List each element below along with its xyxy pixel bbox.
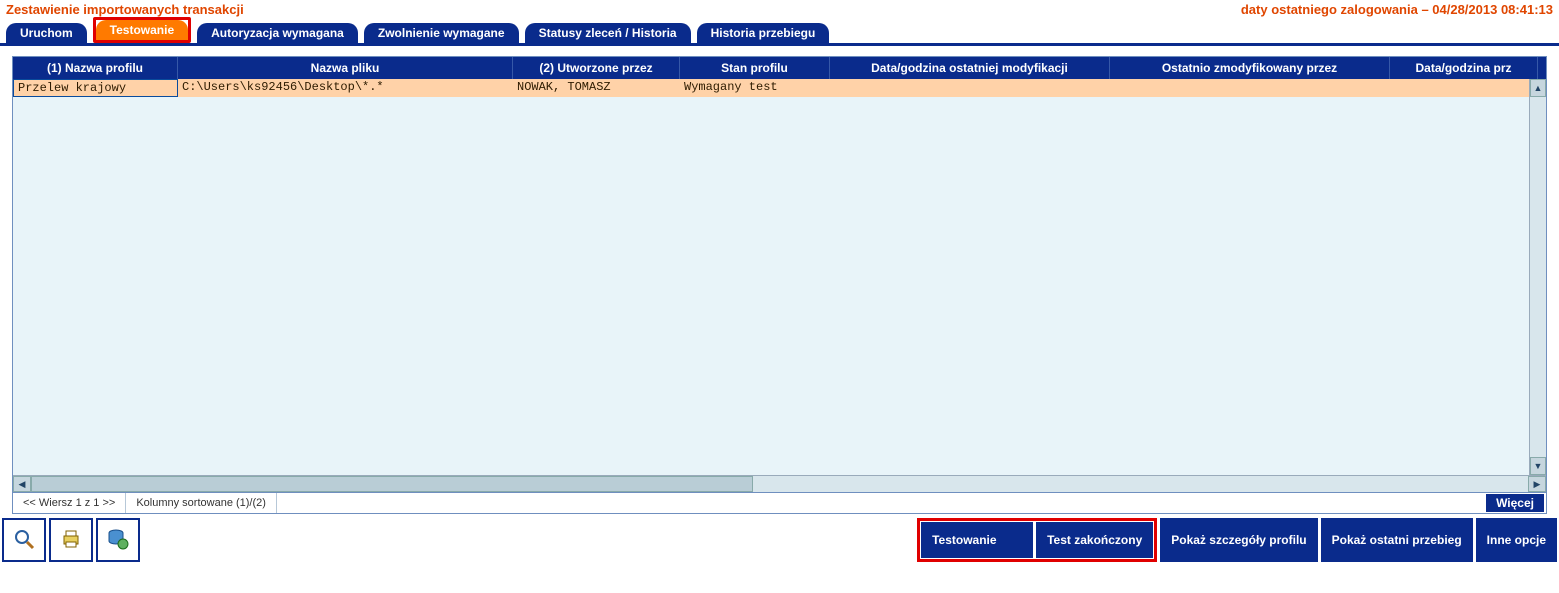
tab-strip: Uruchom Testowanie Autoryzacja wymagana … [0,19,1559,46]
vertical-scrollbar[interactable]: ▲ ▼ [1529,79,1546,475]
col-zmod-przez[interactable]: Ostatnio zmodyfikowany przez [1110,57,1390,79]
last-login-info: daty ostatniego zalogowania – 04/28/2013… [1241,2,1553,17]
status-bar: << Wiersz 1 z 1 >> Kolumny sortowane (1)… [12,493,1547,514]
tab-statusy[interactable]: Statusy zleceń / Historia [525,23,691,43]
printer-icon [59,527,83,554]
scroll-down-icon[interactable]: ▼ [1530,457,1546,475]
tab-autoryzacja[interactable]: Autoryzacja wymagana [197,23,358,43]
test-zakonczony-button[interactable]: Test zakończony [1036,522,1153,558]
scroll-right-icon[interactable]: ▶ [1528,476,1546,492]
pokaz-ostatni-button[interactable]: Pokaż ostatni przebieg [1321,518,1473,562]
data-grid: (1) Nazwa profilu Nazwa pliku (2) Utworz… [12,56,1547,493]
hscroll-thumb[interactable] [31,476,753,492]
col-stan-profilu[interactable]: Stan profilu [680,57,830,79]
scroll-up-icon[interactable]: ▲ [1530,79,1546,97]
cell-nazwa-pliku: C:\Users\ks92456\Desktop\*.* [178,79,513,97]
cell-nazwa-profilu: Przelew krajowy [13,79,178,97]
tab-testowanie[interactable]: Testowanie [96,20,188,40]
col-nazwa-pliku[interactable]: Nazwa pliku [178,57,513,79]
grid-body: Przelew krajowy C:\Users\ks92456\Desktop… [13,79,1546,475]
database-button[interactable] [96,518,140,562]
table-row[interactable]: Przelew krajowy C:\Users\ks92456\Desktop… [13,79,1546,97]
sort-info: Kolumny sortowane (1)/(2) [126,493,277,513]
cell-data-mod [830,79,1110,97]
tab-uruchom[interactable]: Uruchom [6,23,87,43]
tab-testowanie-highlight: Testowanie [93,17,191,43]
database-globe-icon [106,527,130,554]
tab-zwolnienie[interactable]: Zwolnienie wymagane [364,23,519,43]
col-data-prz[interactable]: Data/godzina prz [1390,57,1538,79]
print-button[interactable] [49,518,93,562]
horizontal-scrollbar[interactable]: ◀ ▶ [13,475,1546,492]
scroll-left-icon[interactable]: ◀ [13,476,31,492]
hscroll-track[interactable] [753,476,1528,492]
cell-utworzone-przez: NOWAK, TOMASZ [513,79,680,97]
more-button[interactable]: Więcej [1486,494,1544,512]
inne-opcje-button[interactable]: Inne opcje [1476,518,1557,562]
action-highlight: Testowanie Test zakończony [917,518,1157,562]
col-data-mod[interactable]: Data/godzina ostatniej modyfikacji [830,57,1110,79]
magnifier-icon [12,527,36,554]
cell-zmod-przez [1110,79,1390,97]
search-button[interactable] [2,518,46,562]
row-counter: << Wiersz 1 z 1 >> [13,493,126,513]
bottom-toolbar: Testowanie Test zakończony Pokaż szczegó… [2,518,1557,562]
testowanie-button[interactable]: Testowanie [921,522,1033,558]
pokaz-szczegoly-button[interactable]: Pokaż szczegóły profilu [1160,518,1317,562]
col-utworzone-przez[interactable]: (2) Utworzone przez [513,57,680,79]
tab-historia[interactable]: Historia przebiegu [697,23,830,43]
grid-header: (1) Nazwa profilu Nazwa pliku (2) Utworz… [13,57,1546,79]
col-nazwa-profilu[interactable]: (1) Nazwa profilu [13,57,178,79]
page-title: Zestawienie importowanych transakcji [6,2,244,17]
cell-stan-profilu: Wymagany test [680,79,830,97]
cell-data-prz [1390,79,1538,97]
vscroll-track[interactable] [1530,97,1546,457]
